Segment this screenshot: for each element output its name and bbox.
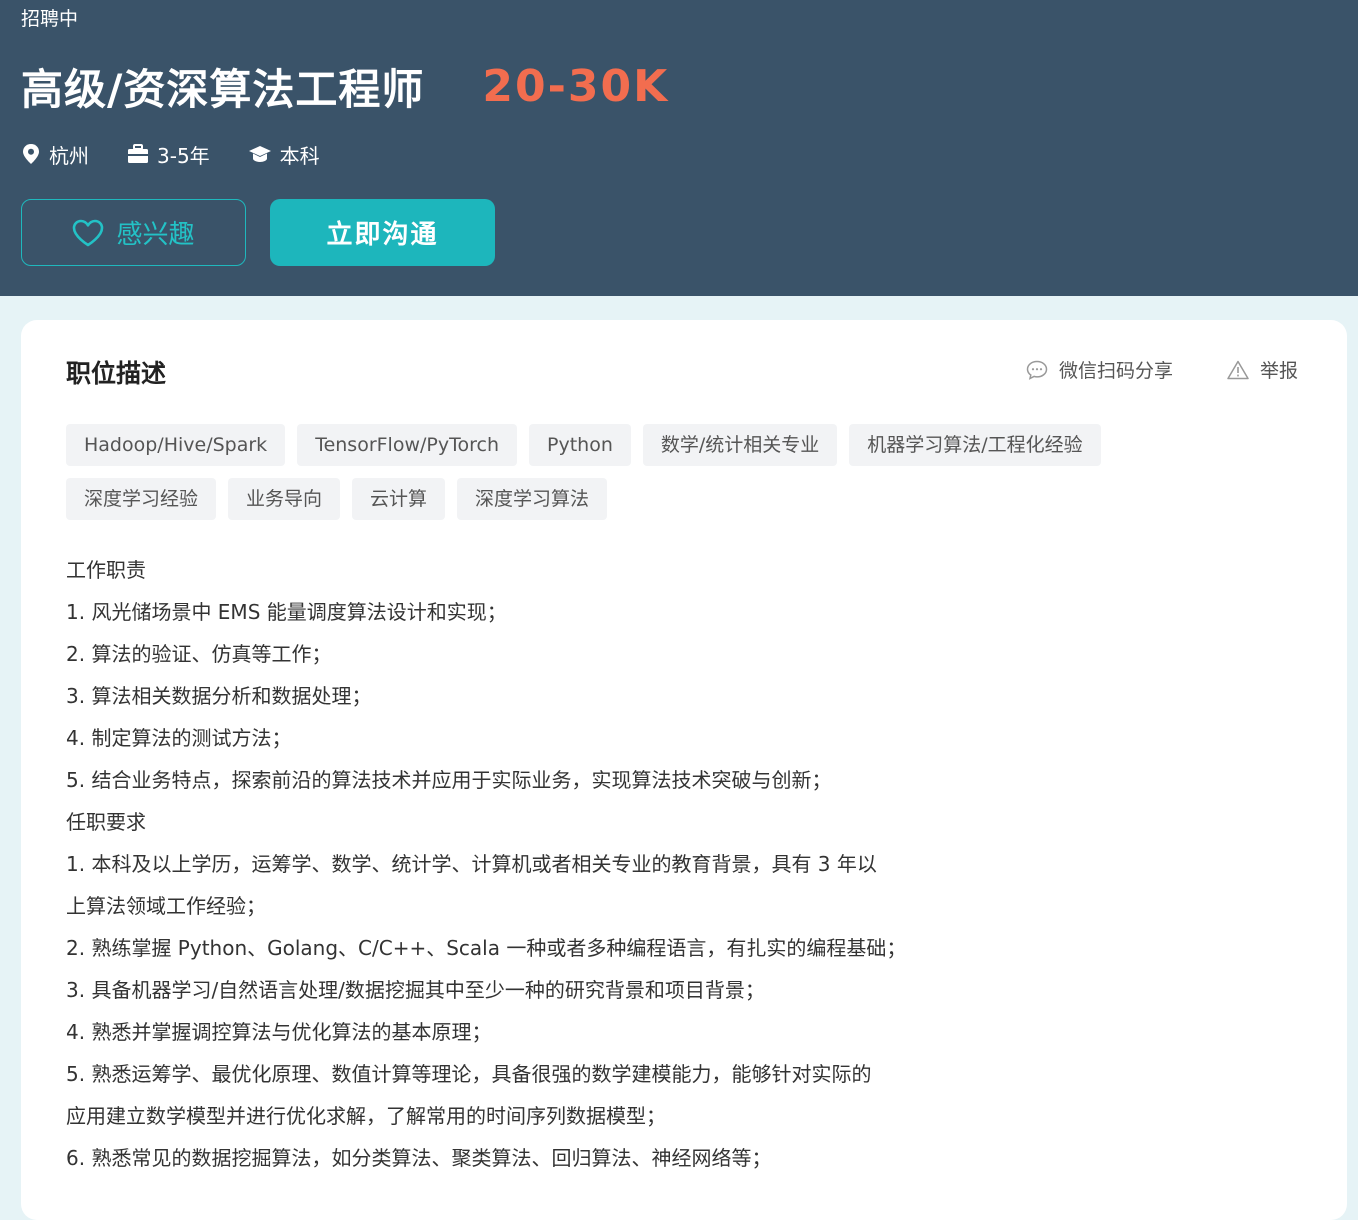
location-text: 杭州 [49, 143, 89, 168]
briefcase-icon [128, 144, 148, 163]
description-line: 1. 本科及以上学历，运筹学、数学、统计学、计算机或者相关专业的教育背景，具有 … [66, 852, 877, 876]
skill-tag: 数学/统计相关专业 [642, 424, 838, 466]
education-text: 本科 [279, 143, 320, 168]
interest-button[interactable]: 感兴趣 [21, 199, 246, 266]
heart-icon [73, 219, 104, 246]
skill-tag: 云计算 [352, 478, 446, 520]
description-line: 5. 熟悉运筹学、最优化原理、数值计算等理论，具备很强的数学建模能力，能够针对实… [66, 1062, 872, 1086]
description-line: 工作职责 [66, 558, 146, 582]
description-line: 3. 算法相关数据分析和数据处理； [66, 684, 372, 708]
share-label: 微信扫码分享 [1059, 360, 1174, 382]
skill-tags: Hadoop/Hive/Spark TensorFlow/PyTorch Pyt… [66, 424, 1186, 532]
education-meta: 本科 [248, 140, 320, 169]
location-pin-icon [23, 144, 39, 164]
description-line: 4. 熟悉并掌握调控算法与优化算法的基本原理； [66, 1020, 492, 1044]
description-line: 4. 制定算法的测试方法； [66, 726, 292, 750]
chat-now-button[interactable]: 立即沟通 [270, 199, 495, 266]
job-header: 招聘中 高级/资深算法工程师 20-30K 杭州 3-5年 本科 感兴趣 立即沟… [0, 0, 1358, 296]
job-description-text: 工作职责 1. 风光储场景中 EMS 能量调度算法设计和实现； 2. 算法的验证… [66, 549, 1266, 1179]
section-title: 职位描述 [66, 359, 167, 388]
description-line: 6. 熟悉常见的数据挖掘算法，如分类算法、聚类算法、回归算法、神经网络等； [66, 1146, 772, 1170]
skill-tag: 深度学习经验 [66, 478, 217, 520]
skill-tag: Hadoop/Hive/Spark [66, 424, 286, 466]
warning-icon [1227, 360, 1249, 379]
description-line: 2. 熟练掌握 Python、Golang、C/C++、Scala 一种或者多种… [66, 936, 907, 960]
description-line: 应用建立数学模型并进行优化求解，了解常用的时间序列数据模型； [66, 1104, 666, 1128]
chat-label: 立即沟通 [326, 220, 439, 250]
description-line: 任职要求 [66, 810, 146, 834]
interest-label: 感兴趣 [116, 220, 195, 250]
description-line: 5. 结合业务特点，探索前沿的算法技术并应用于实际业务，实现算法技术突破与创新； [66, 768, 832, 792]
recruiting-status: 招聘中 [21, 8, 79, 30]
location-meta: 杭州 [21, 140, 89, 169]
description-line: 3. 具备机器学习/自然语言处理/数据挖掘其中至少一种的研究背景和项目背景； [66, 978, 765, 1002]
report-button[interactable]: 举报 [1227, 356, 1298, 383]
job-description-card: 职位描述 微信扫码分享 举报 Hadoop/Hive/Spark TensorF… [21, 320, 1347, 1220]
chat-bubble-icon [1026, 360, 1048, 380]
skill-tag: 深度学习算法 [457, 478, 608, 520]
experience-meta: 3-5年 [127, 140, 210, 169]
tag-row-1: Hadoop/Hive/Spark TensorFlow/PyTorch Pyt… [66, 424, 1186, 466]
skill-tag: TensorFlow/PyTorch [297, 424, 517, 466]
job-meta: 杭州 3-5年 本科 [21, 139, 358, 169]
skill-tag: Python [529, 424, 631, 466]
experience-text: 3-5年 [157, 143, 210, 168]
wechat-share-button[interactable]: 微信扫码分享 [1026, 356, 1173, 383]
description-line: 1. 风光储场景中 EMS 能量调度算法设计和实现； [66, 600, 507, 624]
skill-tag: 机器学习算法/工程化经验 [849, 424, 1101, 466]
graduation-cap-icon [248, 146, 271, 162]
title-row: 高级/资深算法工程师 20-30K [21, 58, 669, 114]
job-title: 高级/资深算法工程师 [21, 64, 425, 114]
salary: 20-30K [482, 60, 670, 112]
description-line: 上算法领域工作经验； [66, 894, 266, 918]
skill-tag: 业务导向 [228, 478, 341, 520]
tag-row-2: 深度学习经验 业务导向 云计算 深度学习算法 [66, 478, 1186, 520]
description-line: 2. 算法的验证、仿真等工作； [66, 642, 332, 666]
report-label: 举报 [1260, 360, 1299, 382]
